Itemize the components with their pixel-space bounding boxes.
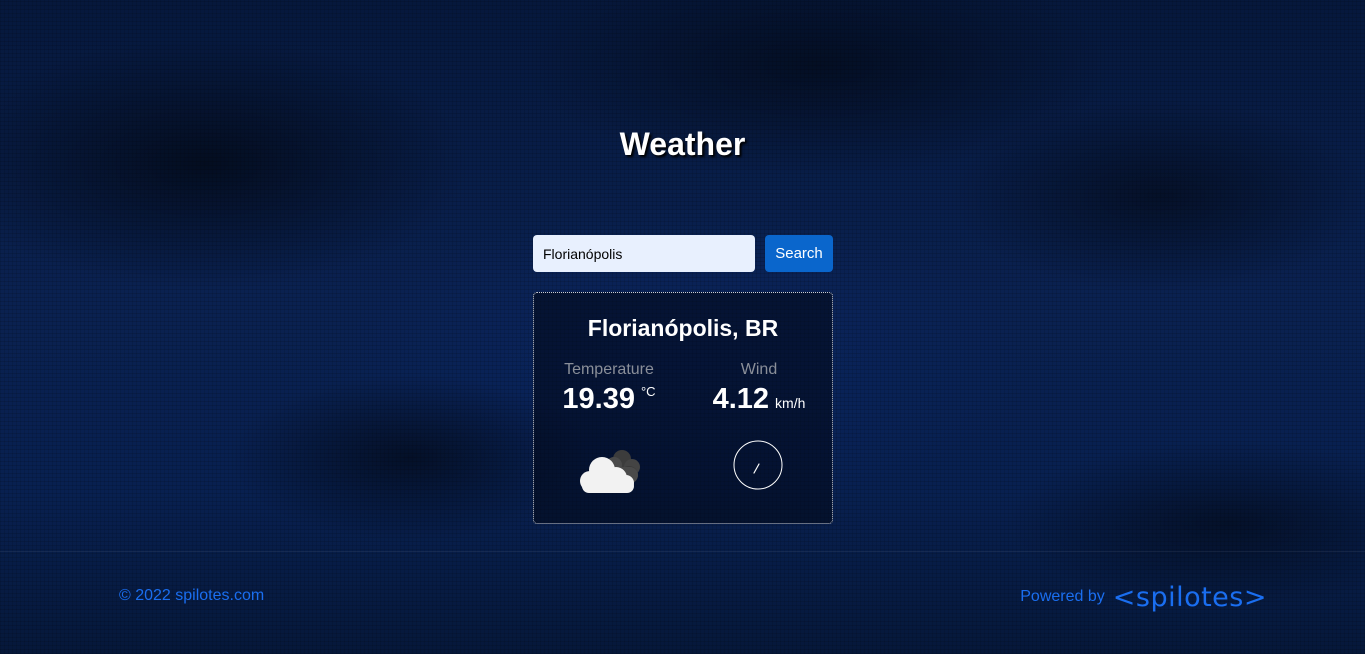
wind-reading: 4.12 km/h bbox=[684, 383, 834, 416]
temperature-label: Temperature bbox=[564, 361, 654, 378]
page-title: Weather bbox=[619, 126, 746, 162]
search-input[interactable] bbox=[533, 235, 755, 272]
powered-by-label: Powered by bbox=[1020, 588, 1105, 605]
temperature-stat: Temperature 19.39 °C bbox=[534, 361, 684, 416]
temperature-reading: 19.39 °C bbox=[534, 383, 684, 416]
spilotes-logo-link[interactable]: <spilotes> bbox=[1113, 582, 1267, 613]
powered-by: Powered by <spilotes> bbox=[1020, 582, 1267, 613]
weather-card: Florianópolis, BR Temperature 19.39 °C Wi… bbox=[533, 292, 833, 524]
wind-value: 4.12 bbox=[712, 383, 770, 415]
temperature-unit: °C bbox=[640, 384, 656, 399]
cloud-icon bbox=[580, 450, 640, 493]
temperature-value: 19.39 bbox=[562, 383, 635, 415]
wind-direction-dial-icon bbox=[733, 440, 783, 490]
wind-label: Wind bbox=[740, 361, 778, 378]
search-bar: Search bbox=[533, 235, 833, 272]
wind-stat: Wind 4.12 km/h bbox=[684, 361, 834, 416]
copyright-text: © 2022 spilotes.com bbox=[119, 587, 265, 604]
search-button[interactable]: Search bbox=[765, 235, 833, 272]
footer-divider bbox=[0, 551, 1365, 552]
wind-unit: km/h bbox=[775, 395, 806, 411]
location-title: Florianópolis, BR bbox=[587, 315, 779, 341]
